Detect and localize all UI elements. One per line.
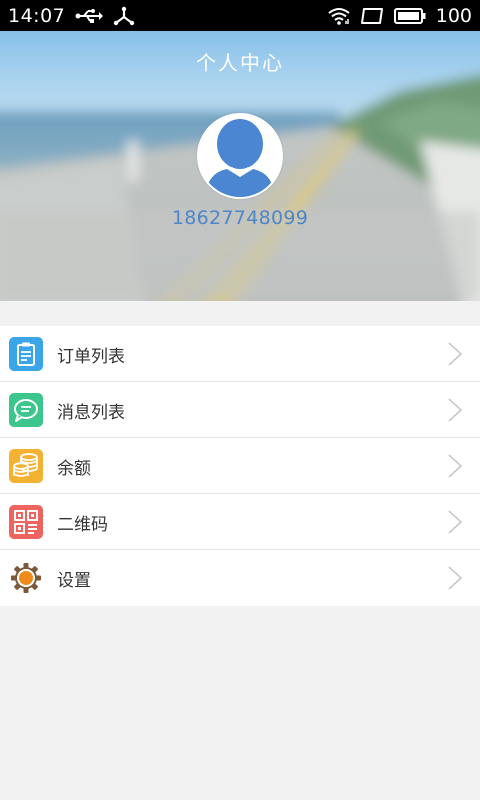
avatar[interactable] (197, 113, 283, 199)
usb-icon (75, 8, 104, 24)
usb-debug-icon (113, 6, 135, 26)
message-list-icon (9, 393, 43, 427)
status-left: 14:07 (8, 5, 135, 27)
chevron-right-icon (448, 398, 463, 422)
status-bar: 14:07 100 (0, 0, 480, 31)
qrcode-icon (9, 505, 43, 539)
chevron-right-icon (448, 342, 463, 366)
settings-icon (9, 561, 43, 595)
menu-item-label: 消息列表 (57, 403, 125, 423)
menu-item-message-list[interactable]: 消息列表 (0, 382, 480, 438)
battery-level: 100 (435, 4, 472, 27)
chevron-right-icon (448, 510, 463, 534)
user-avatar-icon (199, 115, 281, 197)
wifi-icon (328, 7, 350, 25)
chevron-right-icon (448, 454, 463, 478)
menu-item-qrcode[interactable]: 二维码 (0, 494, 480, 550)
phone-number[interactable]: 18627748099 (0, 207, 480, 229)
menu-item-balance[interactable]: 余额 (0, 438, 480, 494)
battery-icon (393, 7, 426, 25)
menu-item-order-list[interactable]: 订单列表 (0, 326, 480, 382)
menu-item-settings[interactable]: 设置 (0, 550, 480, 606)
screen-icon (360, 7, 384, 25)
menu-item-label: 设置 (57, 571, 91, 591)
profile-header: 个人中心 18627748099 (0, 31, 480, 301)
menu-item-label: 订单列表 (57, 347, 125, 367)
page-title: 个人中心 (196, 51, 284, 75)
menu-list: 订单列表 消息列表 余额 二维码 设置 (0, 326, 480, 606)
balance-icon (9, 449, 43, 483)
status-right: 100 (328, 5, 472, 27)
menu-item-label: 二维码 (57, 515, 108, 535)
chevron-right-icon (448, 566, 463, 590)
menu-item-label: 余额 (57, 459, 91, 479)
status-time: 14:07 (8, 4, 66, 27)
order-list-icon (9, 337, 43, 371)
